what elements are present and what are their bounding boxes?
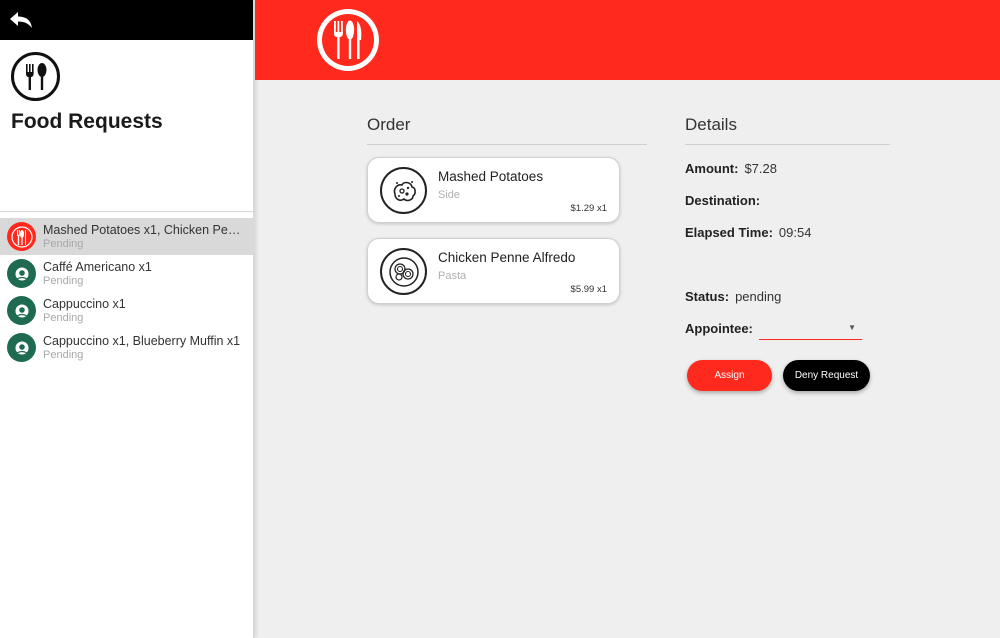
item-price: $1.29 x1 — [570, 203, 607, 214]
header-bar — [255, 0, 1000, 80]
sidebar-divider — [0, 211, 254, 212]
destination-label: Destination: — [685, 193, 761, 208]
request-list: Mashed Potatoes x1, Chicken Penne ... Pe… — [0, 218, 254, 366]
appointee-label: Appointee: — [685, 321, 753, 336]
back-arrow-icon[interactable] — [8, 9, 34, 31]
request-item[interactable]: Cappuccino x1, Blueberry Muffin x1 Pendi… — [0, 329, 254, 366]
sidebar-top-bar — [0, 0, 253, 40]
elapsed-time-value: 09:54 — [778, 225, 812, 240]
sidebar-title: Food Requests — [11, 110, 163, 133]
request-status: Pending — [43, 274, 84, 287]
order-title: Order — [367, 115, 411, 134]
order-item-card[interactable]: Mashed Potatoes Side $1.29 x1 — [367, 157, 620, 223]
elapsed-time-label: Elapsed Time: — [685, 225, 773, 240]
order-item-card[interactable]: Chicken Penne Alfredo Pasta $5.99 x1 — [367, 238, 620, 304]
assign-button[interactable]: Assign — [687, 360, 772, 391]
request-item[interactable]: Cappuccino x1 Pending — [0, 292, 254, 329]
request-title: Cappuccino x1 — [43, 296, 126, 311]
request-title: Caffé Americano x1 — [43, 259, 152, 274]
amount-value: $7.28 — [744, 161, 777, 176]
appointee-row: Appointee: — [685, 321, 759, 336]
amount-label: Amount: — [685, 161, 739, 176]
item-category: Side — [438, 189, 461, 201]
appointee-dropdown[interactable]: ▼ — [759, 318, 862, 340]
request-title: Mashed Potatoes x1, Chicken Penne ... — [43, 222, 243, 237]
request-status: Pending — [43, 348, 84, 361]
mashed-potatoes-icon — [380, 167, 427, 214]
sidebar: Food Requests Mashed Potatoes x1, Chicke… — [0, 0, 254, 638]
cutlery-logo-icon — [11, 52, 60, 101]
coffee-logo-icon — [7, 259, 36, 288]
chevron-down-icon: ▼ — [848, 323, 856, 332]
status-row: Status: pending — [685, 289, 781, 304]
restaurant-logo-icon — [7, 222, 36, 251]
request-status: Pending — [43, 311, 84, 324]
order-divider — [367, 144, 647, 145]
restaurant-logo-icon — [317, 9, 379, 71]
details-divider — [685, 144, 890, 145]
request-title: Cappuccino x1, Blueberry Muffin x1 — [43, 333, 241, 348]
coffee-logo-icon — [7, 333, 36, 362]
item-price: $5.99 x1 — [570, 284, 607, 295]
status-label: Status: — [685, 289, 730, 304]
pasta-icon — [380, 248, 427, 295]
request-status: Pending — [43, 237, 84, 250]
elapsed-time-row: Elapsed Time: 09:54 — [685, 225, 811, 240]
details-title: Details — [685, 115, 737, 134]
status-value: pending — [735, 289, 782, 304]
amount-row: Amount: $7.28 — [685, 161, 777, 176]
item-category: Pasta — [438, 270, 467, 282]
coffee-logo-icon — [7, 296, 36, 325]
deny-request-button[interactable]: Deny Request — [783, 360, 870, 391]
item-name: Chicken Penne Alfredo — [438, 250, 576, 265]
request-item[interactable]: Mashed Potatoes x1, Chicken Penne ... Pe… — [0, 218, 254, 255]
item-name: Mashed Potatoes — [438, 169, 544, 184]
request-item[interactable]: Caffé Americano x1 Pending — [0, 255, 254, 292]
destination-row: Destination: — [685, 193, 766, 208]
